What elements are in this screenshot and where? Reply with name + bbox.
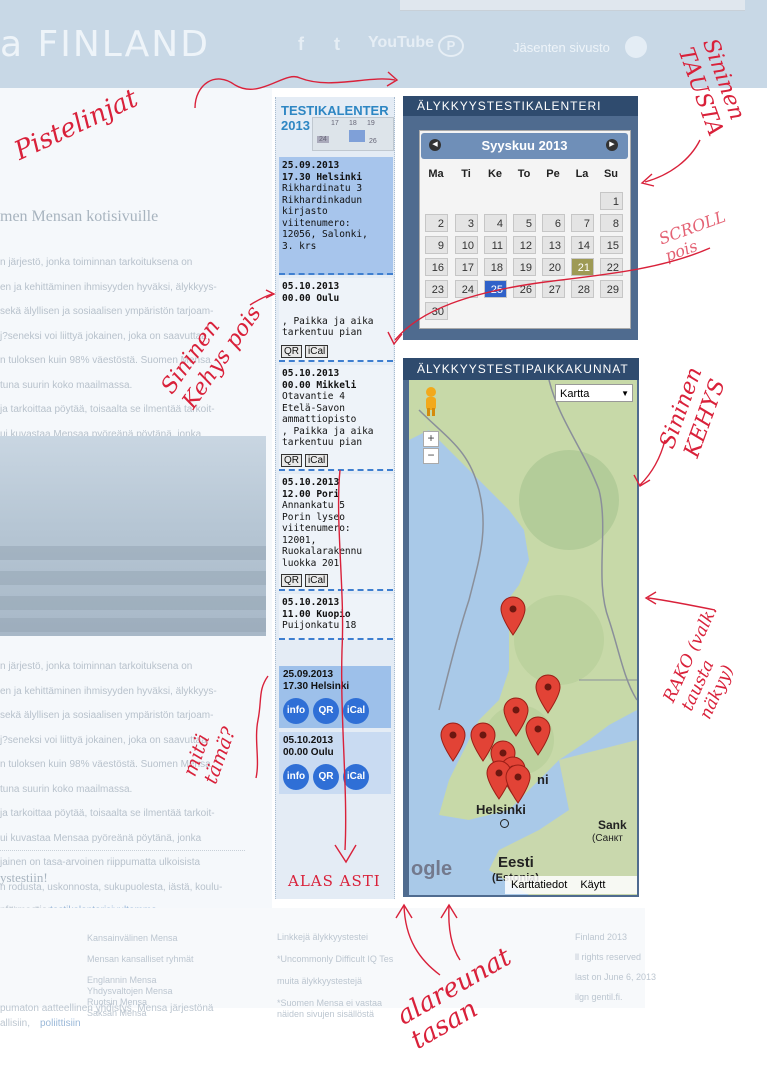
annotation-alas-asti: ALAS ASTI: [288, 872, 381, 890]
annotation-strokes: [194, 71, 716, 976]
